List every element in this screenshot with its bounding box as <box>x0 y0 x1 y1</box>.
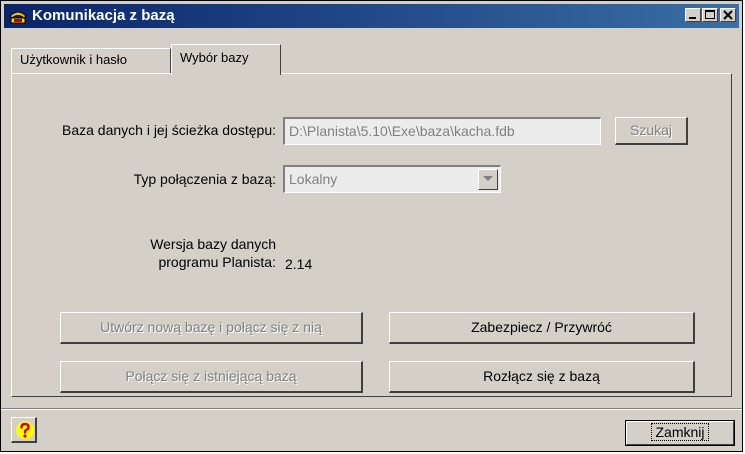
question-icon <box>16 421 34 439</box>
maximize-button[interactable] <box>702 8 718 22</box>
backup-restore-button[interactable]: Zabezpiecz / Przywróć <box>389 312 695 344</box>
tab-panel: Baza danych i jej ścieżka dostępu: D:\Pl… <box>11 73 732 397</box>
tab-user-password[interactable]: Użytkownik i hasło <box>11 48 171 73</box>
connection-type-label: Typ połączenia z bazą: <box>133 171 276 187</box>
title-bar[interactable]: Komunikacja z bazą <box>4 4 739 28</box>
dropdown-button[interactable] <box>478 169 498 190</box>
create-and-connect-button[interactable]: Utwórz nową bazę i połącz się z nią <box>60 312 363 344</box>
close-icon <box>723 10 733 20</box>
version-label-line1: Wersja bazy danych <box>150 236 276 252</box>
dialog-window: Komunikacja z bazą Użytkownik i hasło Wy… <box>0 0 743 452</box>
minimize-button[interactable] <box>685 8 701 22</box>
close-button-face: Zamknij <box>626 421 734 445</box>
browse-button[interactable]: Szukaj <box>615 117 688 145</box>
footer-separator <box>1 408 742 410</box>
version-label-line2: programu Planista: <box>158 254 276 270</box>
window-title: Komunikacja z bazą <box>32 7 175 24</box>
app-icon <box>8 7 28 25</box>
version-value: 2.14 <box>285 256 313 272</box>
database-path-field[interactable]: D:\Planista\5.10\Exe\baza\kacha.fdb <box>283 117 601 145</box>
connect-existing-button[interactable]: Połącz się z istniejącą bazą <box>60 361 363 393</box>
disconnect-button[interactable]: Rozłącz się z bazą <box>389 361 695 393</box>
maximize-icon <box>705 10 715 19</box>
chevron-down-icon <box>483 176 493 181</box>
connection-type-select[interactable]: Lokalny <box>283 165 501 193</box>
database-path-label: Baza danych i jej ścieżka dostępu: <box>61 122 276 138</box>
close-button-label: Zamknij <box>651 423 709 441</box>
tab-database-selection[interactable]: Wybór bazy <box>171 44 281 75</box>
minimize-icon <box>689 17 696 19</box>
connection-type-value: Lokalny <box>289 171 338 187</box>
close-window-button[interactable] <box>720 8 736 22</box>
close-button[interactable]: Zamknij <box>625 420 735 446</box>
help-button[interactable] <box>11 417 37 443</box>
